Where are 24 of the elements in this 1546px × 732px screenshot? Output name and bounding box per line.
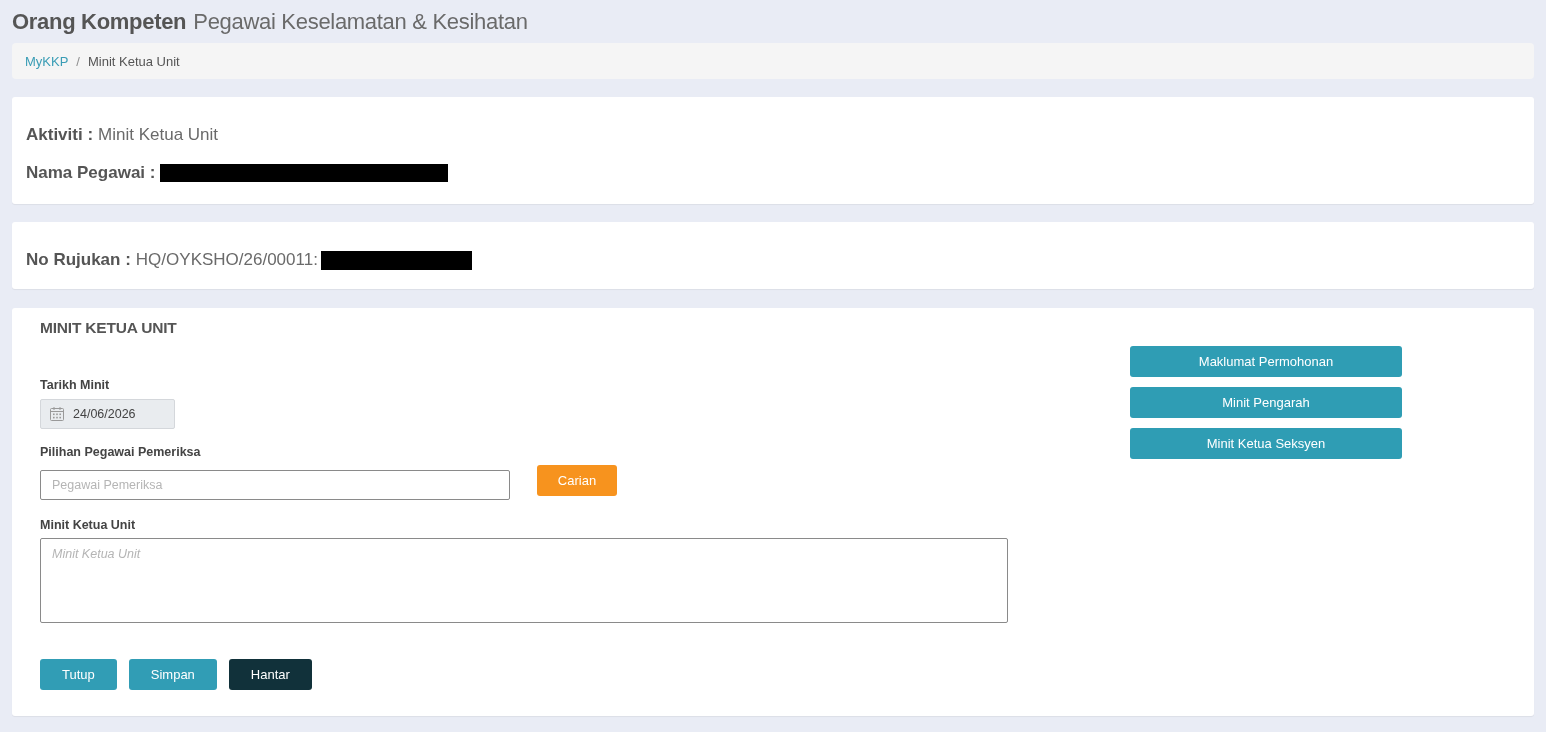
field-label: Aktiviti : <box>26 125 94 145</box>
search-button[interactable]: Carian <box>537 465 617 496</box>
action-button[interactable]: Tutup <box>40 659 117 690</box>
calendar-icon <box>50 407 64 421</box>
action-button[interactable]: Simpan <box>128 659 217 690</box>
breadcrumb-link[interactable]: MyKKP <box>25 53 69 69</box>
field-value: HQ/OYKSHO/26/00011: <box>135 250 318 270</box>
minute-textarea[interactable]: Minit Ketua Unit <box>40 538 1008 623</box>
page-subtitle: Pegawai Keselamatan & Kesihatan <box>193 8 528 35</box>
section-title: MINIT KETUA UNIT <box>40 318 177 338</box>
field-label: Tarikh Minit <box>40 377 110 393</box>
page-title: Orang Kompeten <box>12 8 187 35</box>
field-value: Minit Ketua Unit <box>98 125 219 145</box>
field-label: Minit Ketua Unit <box>40 517 136 533</box>
breadcrumb-current: Minit Ketua Unit <box>87 53 180 69</box>
field-label: No Rujukan : <box>26 250 131 270</box>
field-label: Nama Pegawai : <box>26 163 156 183</box>
nav-button[interactable]: Maklumat Permohonan <box>1130 346 1402 377</box>
officer-input[interactable]: Pegawai Pemeriksa <box>40 470 510 500</box>
nav-button[interactable]: Minit Pengarah <box>1130 387 1402 418</box>
action-button[interactable]: Hantar <box>228 659 312 690</box>
field-label: Pilihan Pegawai Pemeriksa <box>40 444 201 460</box>
nav-button[interactable]: Minit Ketua Seksyen <box>1130 428 1402 459</box>
breadcrumb-separator: / <box>76 53 80 69</box>
